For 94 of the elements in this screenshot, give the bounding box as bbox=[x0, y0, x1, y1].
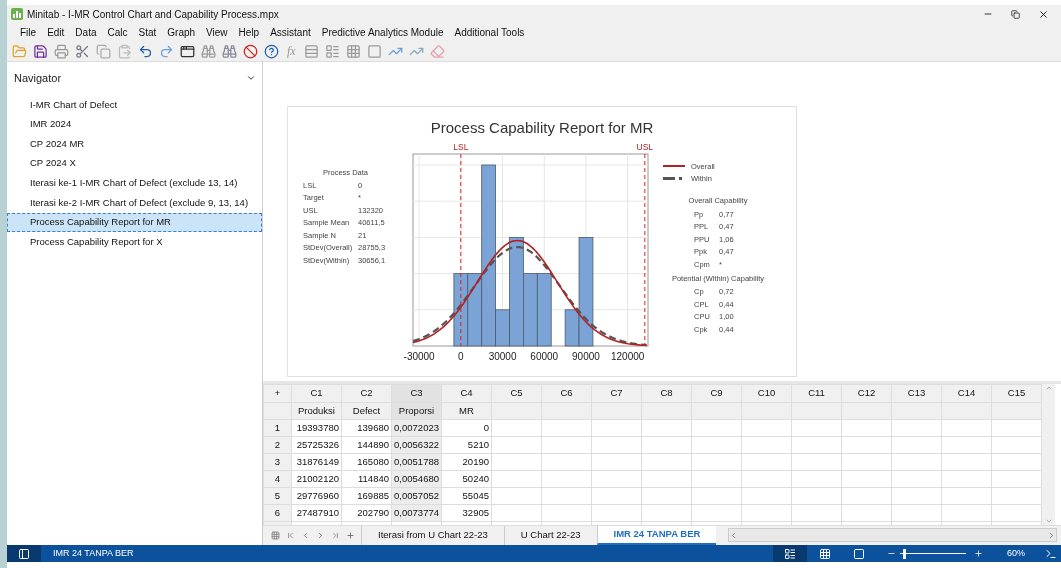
previous-sheet-icon[interactable] bbox=[301, 530, 310, 540]
redo-icon[interactable] bbox=[159, 43, 174, 59]
lsl-label: LSL bbox=[453, 142, 469, 152]
paste-icon[interactable] bbox=[117, 43, 132, 59]
column-header[interactable]: C5 bbox=[491, 384, 542, 403]
column-name[interactable]: MR bbox=[441, 402, 492, 420]
next-sheet-icon[interactable] bbox=[316, 530, 325, 540]
zoom-level: 60% bbox=[1007, 546, 1025, 560]
menu-item[interactable]: View bbox=[206, 24, 228, 40]
undo-icon[interactable] bbox=[138, 43, 153, 59]
rows-icon[interactable] bbox=[303, 43, 319, 59]
window-title: Minitab - I-MR Control Chart and Capability Process.mpx bbox=[27, 7, 279, 22]
navigator-item[interactable]: Process Capability Report for MR bbox=[7, 212, 262, 233]
column-header[interactable]: C7 bbox=[591, 384, 642, 403]
help-icon[interactable] bbox=[264, 43, 279, 59]
corner-cell[interactable]: + bbox=[263, 384, 292, 403]
restore-icon[interactable] bbox=[1011, 9, 1020, 19]
menu-item[interactable]: Graph bbox=[167, 24, 196, 40]
menu-item[interactable]: Calc bbox=[107, 24, 128, 40]
grid-view-icon[interactable] bbox=[819, 547, 831, 560]
report-title: Process Capability Report for MR bbox=[429, 118, 655, 138]
horizontal-scrollbar[interactable] bbox=[728, 528, 1057, 543]
scroll-up-icon[interactable] bbox=[1044, 384, 1053, 392]
open-folder-icon[interactable] bbox=[12, 43, 27, 59]
window-icon[interactable] bbox=[180, 43, 195, 59]
column-header[interactable]: C10 bbox=[741, 384, 792, 403]
menu-item[interactable]: Assistant bbox=[270, 24, 311, 40]
add-sheet-icon[interactable] bbox=[346, 530, 355, 540]
dashed-line-icon bbox=[663, 177, 685, 181]
menu-item[interactable]: Stat bbox=[138, 24, 157, 40]
zoom-slider-thumb[interactable] bbox=[903, 548, 907, 559]
save-icon[interactable] bbox=[33, 43, 48, 59]
navigator-item[interactable]: I-MR Chart of Defect bbox=[7, 95, 262, 115]
menu-item[interactable]: Predictive Analytics Module bbox=[321, 24, 444, 40]
grid-icon[interactable] bbox=[345, 43, 361, 59]
dropdown-icon[interactable] bbox=[246, 73, 256, 83]
zoom-in-icon[interactable] bbox=[974, 549, 983, 558]
print-icon[interactable] bbox=[54, 43, 69, 59]
close-icon[interactable] bbox=[1038, 8, 1049, 20]
column-header[interactable]: C8 bbox=[641, 384, 692, 403]
cancel-icon[interactable] bbox=[243, 43, 258, 59]
column-header[interactable]: C9 bbox=[691, 384, 742, 403]
usl-label: USL bbox=[636, 142, 653, 152]
column-header[interactable]: C15 bbox=[991, 384, 1042, 403]
axis-tick-label: 60000 bbox=[530, 351, 559, 362]
terminal-icon[interactable] bbox=[1045, 547, 1057, 560]
column-header[interactable]: C12 bbox=[841, 384, 892, 403]
navigator-item[interactable]: IMR 2024 bbox=[7, 114, 262, 135]
binoculars-icon[interactable] bbox=[201, 43, 216, 59]
navigator-title: Navigator bbox=[14, 70, 62, 86]
layout-view-icon[interactable] bbox=[784, 547, 796, 560]
column-header[interactable]: C1 bbox=[291, 384, 342, 403]
column-header[interactable]: C14 bbox=[941, 384, 992, 403]
square-icon[interactable] bbox=[366, 43, 382, 59]
column-header[interactable]: C13 bbox=[891, 384, 942, 403]
menu-item[interactable]: File bbox=[20, 24, 37, 40]
column-header[interactable]: C3 bbox=[391, 384, 442, 403]
column-header[interactable]: C6 bbox=[541, 384, 592, 403]
panel-toggle-icon[interactable] bbox=[18, 547, 30, 560]
first-sheet-icon[interactable] bbox=[286, 530, 295, 540]
navigator-item[interactable]: Iterasi ke-1 I-MR Chart of Defect (exclude 13, 14) bbox=[7, 173, 262, 193]
last-sheet-icon[interactable] bbox=[331, 530, 340, 540]
column-header[interactable]: C4 bbox=[441, 384, 492, 403]
axis-tick-label: 90000 bbox=[572, 351, 600, 362]
sheet-tab[interactable]: IMR 24 TANPA BER bbox=[596, 525, 717, 545]
column-name[interactable]: Defect bbox=[341, 402, 392, 420]
scroll-right-icon[interactable] bbox=[1047, 530, 1056, 540]
solid-line-icon bbox=[663, 165, 685, 168]
column-name[interactable]: Produksi bbox=[291, 402, 342, 420]
eraser-icon[interactable] bbox=[429, 43, 445, 59]
list-icon[interactable] bbox=[324, 43, 340, 59]
menu-item[interactable]: Additional Tools bbox=[454, 24, 525, 40]
single-view-icon[interactable] bbox=[853, 547, 865, 560]
navigator-item[interactable]: Iterasi ke-2 I-MR Chart of Defect (exclude 9, 13, 14) bbox=[7, 192, 262, 213]
zoom-slider[interactable] bbox=[900, 548, 966, 559]
column-header[interactable]: C11 bbox=[791, 384, 842, 403]
vertical-scrollbar[interactable] bbox=[1042, 384, 1055, 525]
navigator-item[interactable]: CP 2024 MR bbox=[7, 134, 262, 154]
app-icon bbox=[11, 8, 23, 20]
sheets-icon[interactable] bbox=[271, 530, 280, 540]
menu-item[interactable]: Edit bbox=[47, 24, 65, 40]
binoculars-icon[interactable] bbox=[222, 43, 237, 59]
axis-tick-label: 30000 bbox=[488, 351, 517, 362]
menu-item[interactable]: Data bbox=[75, 24, 97, 40]
navigator-item[interactable]: Process Capability Report for X bbox=[7, 232, 262, 252]
axis-tick-label: 120000 bbox=[611, 351, 645, 362]
copy-icon[interactable] bbox=[96, 43, 111, 59]
column-header[interactable]: C2 bbox=[341, 384, 392, 403]
active-sheet-name: IMR 24 TANPA BER bbox=[53, 546, 134, 560]
axis-tick-label: 0 bbox=[458, 351, 464, 362]
axis-tick-label: -30000 bbox=[403, 351, 435, 362]
menu-item[interactable]: Help bbox=[238, 24, 260, 40]
cut-icon[interactable] bbox=[75, 43, 90, 59]
navigator-item[interactable]: CP 2024 X bbox=[7, 153, 262, 174]
